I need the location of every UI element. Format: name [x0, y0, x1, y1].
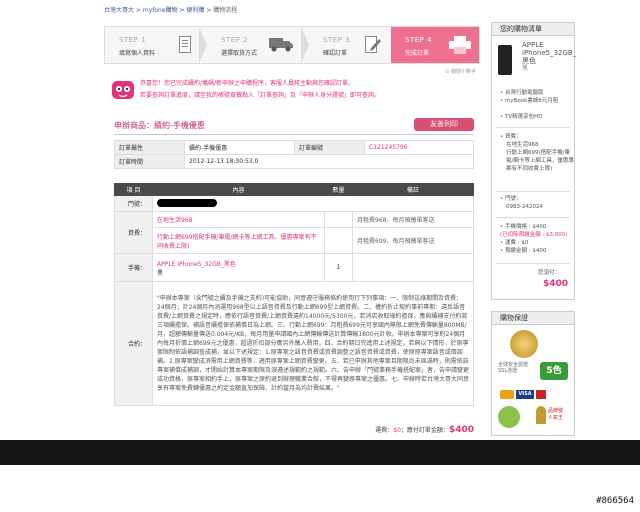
table-row: 門號： — [114, 195, 474, 212]
table-row: 合約： "申辦本專案（含門號之續及手機之支約)可能協助，同意遵守服務條約使用行下… — [114, 281, 474, 406]
table-row: 手機： APPLE iPhone5_32GB_黑色黑 1 — [114, 253, 474, 282]
confirm-line-1: 恭喜您！您已完成續約/攜碼/新申辦之申購程序，客服人員將主動與您確認訂單。 — [140, 80, 355, 87]
apply-item-title: 申辦商品：續約-手機優惠 — [114, 121, 205, 130]
footer-band — [0, 440, 640, 465]
phone-name: APPLE iPhone5_32GB_黑色 — [157, 260, 236, 268]
breadcrumb-myfone[interactable]: myfone購物 — [143, 7, 178, 14]
page: { "breadcrumb": {"home": "台灣大哥大", "myfon… — [0, 0, 640, 512]
table-row: 行動上網699搭配手機/筆電/網卡等上網工具，優惠專案有不同收費上限) 月租費6… — [115, 227, 474, 254]
order-total: 運費：$0；應付訂單金額：$400 — [375, 425, 474, 435]
edit-document-icon — [365, 36, 381, 53]
breadcrumb-shopping[interactable]: 便利購 — [186, 7, 204, 14]
table-row: 資費： 在地生活968 月租費968、每月預繳單客送 — [114, 211, 474, 254]
step-1: STEP 1 填寫個人資料 — [105, 27, 199, 63]
card-icon — [536, 390, 546, 399]
mascot-icon — [112, 81, 134, 99]
step-3: STEP 3 確認訂單 — [309, 27, 391, 63]
badge-icon: 5色 — [540, 362, 568, 380]
breadcrumb: 台灣大哥大 > myfone購物 > 便利購 > 購物流程 — [104, 7, 238, 14]
guarantee-title: 購物保證 — [492, 312, 574, 325]
order-info-table: 訂單屬性 續約-手機優惠 訂單編號 C121245796 訂單時間 2012-1… — [114, 140, 474, 169]
mastercard-icon — [500, 390, 514, 399]
print-button[interactable]: 友善列印 — [414, 118, 474, 131]
guarantee-panel: 購物保證 全球安全認證 SSL憑證 5色 VISA 品牌號 人氣王 — [491, 311, 575, 436]
order-number: C121245796 — [364, 140, 474, 155]
step-2: STEP 2 選擇取貨方式 — [207, 27, 301, 63]
step-4: STEP 4 完成訂單 — [391, 27, 479, 63]
visa-icon: VISA — [516, 390, 534, 399]
total-amount: $400 — [448, 425, 474, 435]
printer-icon — [449, 36, 471, 54]
phone-thumbnail-icon — [498, 45, 512, 75]
trophy-icon — [536, 406, 546, 424]
breadcrumb-home[interactable]: 台灣大哥大 — [104, 7, 134, 14]
watermark: #866564 — [596, 496, 634, 506]
cart-total: $400 — [542, 279, 568, 289]
contract-text: "申辦本專案（含門號之續及手機之支約)可能協助，同意遵守服務條約使用行下列事項：… — [152, 281, 474, 406]
cart-title: 您的購物清單 — [492, 23, 574, 36]
progress-steps: STEP 1 填寫個人資料 STEP 2 選擇取貨方式 STEP 3 確認訂單 … — [104, 26, 480, 64]
confirm-line-2: 若要查詢訂單進度，請至我的帳號頁籤點入「訂單查詢」及「申辦人身分證號」即可查詢。 — [140, 92, 381, 99]
cart-panel: 您的購物清單 APPLE iPhone5_32GB_黑色黑 • 台灣行動電腦版 … — [491, 22, 577, 300]
truck-icon — [269, 38, 293, 52]
cart-phone-name: APPLE iPhone5_32GB_黑色黑 — [522, 41, 577, 72]
close-helper[interactable]: ⊙ 關閉小幫手 — [445, 68, 476, 75]
redacted-number — [157, 198, 217, 207]
gold-seal-icon — [510, 330, 538, 358]
document-icon — [179, 36, 191, 53]
order-detail-table: 項 目 內容 數量 備註 門號： 資費： 在地生活968 月租費968、每月預繳… — [114, 183, 474, 406]
confirmation-message: 恭喜您！您已完成續約/攜碼/新申辦之申購程序，客服人員將主動與您確認訂單。 若要… — [104, 69, 480, 109]
breadcrumb-current: 購物流程 — [213, 7, 238, 14]
award-icon — [498, 406, 520, 428]
